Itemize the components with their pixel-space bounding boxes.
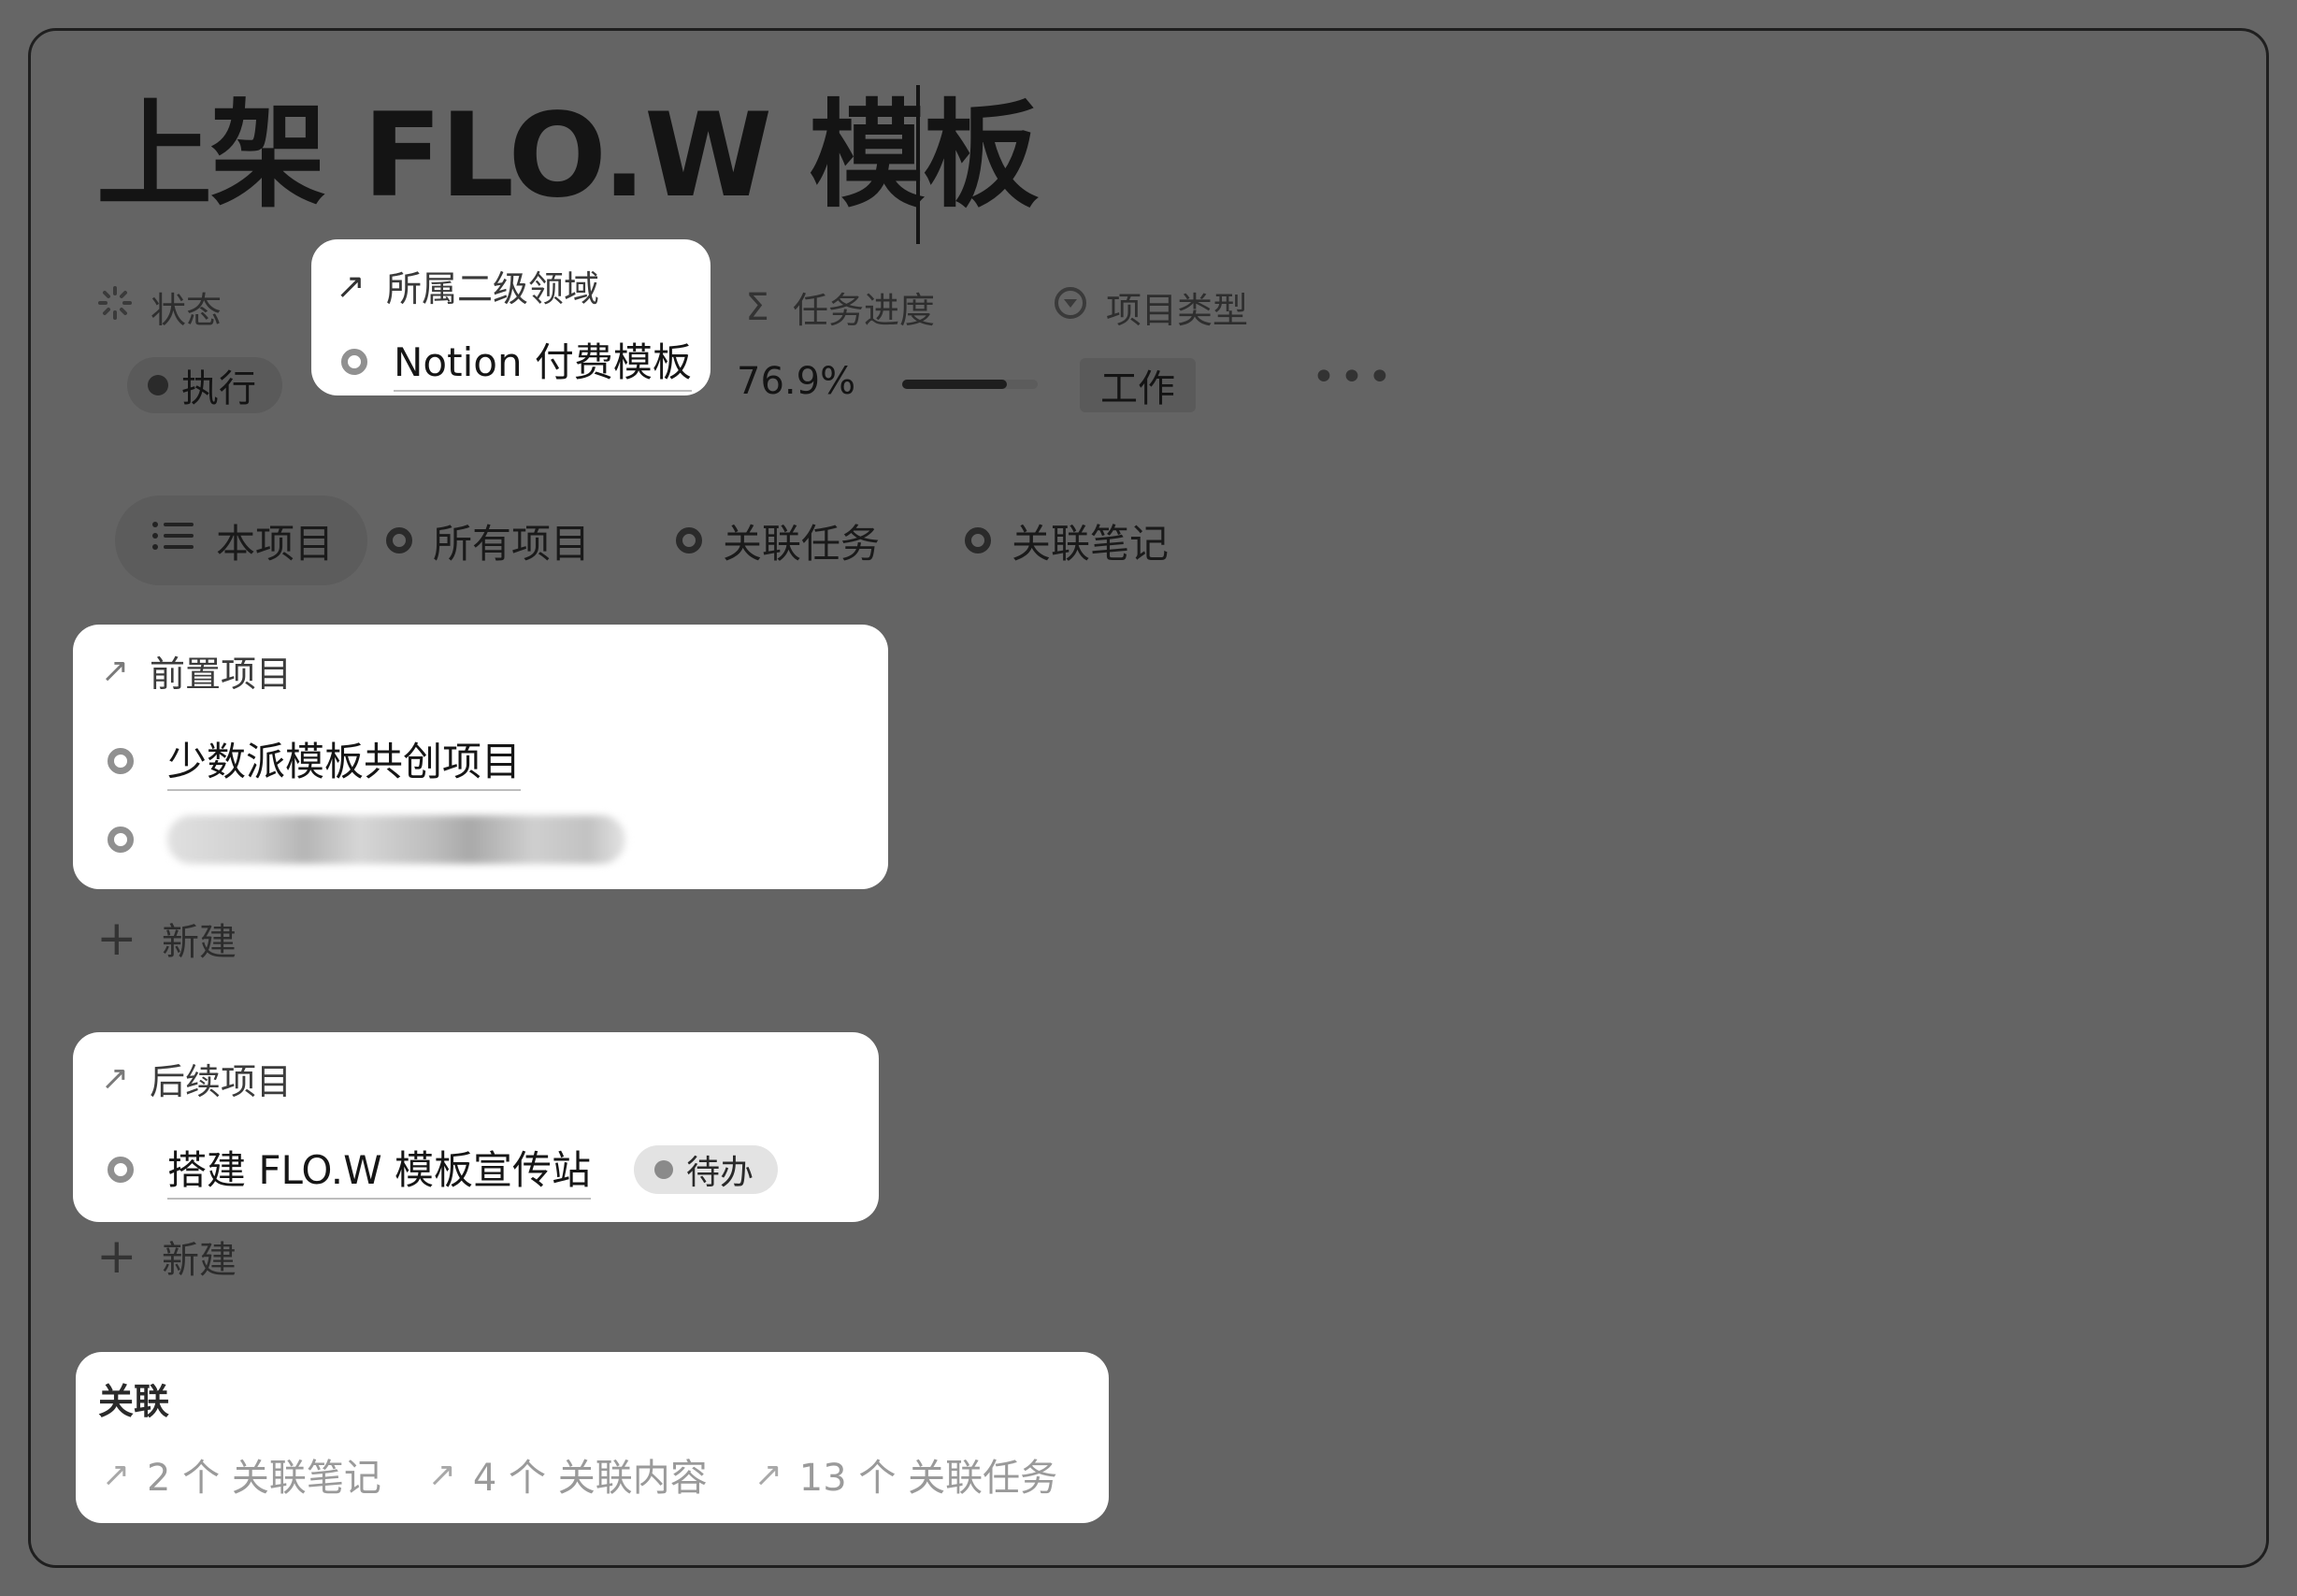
status-value: 执行 [181,367,256,410]
tab-label: 关联任务 [723,520,881,567]
relation-arrow-icon: ↗ [754,1455,782,1494]
tab-related-notes[interactable]: 关联笔记 [965,496,1169,585]
successor-title: 后续项目 [150,1061,293,1102]
successor-card: ↗ 后续项目 搭建 FLO.W 模板宣传站 待办 [73,1032,879,1222]
domain-label: 所属二级领域 [386,268,600,309]
page-ring-icon [108,827,134,853]
tab-label: 关联笔记 [1012,520,1170,567]
status-dot [654,1159,673,1179]
circle-icon [676,527,702,554]
plus-icon: + [96,911,137,967]
predecessor-new-button[interactable]: + 新建 [96,912,237,966]
page-ring-icon [108,747,134,774]
related-content-link[interactable]: ↗ 4 个 关联内容 [424,1447,708,1502]
plus-icon: + [96,1229,137,1285]
related-notes-label: 2 个 关联笔记 [147,1457,381,1500]
successor-new-button[interactable]: + 新建 [96,1229,237,1284]
text-caret [916,85,920,244]
predecessor-card: ↗ 前置项目 少数派模板共创项目 [73,625,888,889]
list-item[interactable]: 少数派模板共创项目 [108,730,522,791]
related-tasks-link[interactable]: ↗ 13 个 关联任务 [751,1447,1057,1502]
tab-all-projects[interactable]: 所有项目 [386,496,590,585]
sigma-icon: Σ [745,285,769,329]
progress-bar-fill [902,380,1007,389]
relation-arrow-icon: ↗ [100,1059,130,1098]
relations-links: ↗ 2 个 关联笔记 ↗ 4 个 关联内容 ↗ 13 个 关联任务 [98,1447,1057,1502]
type-property-label[interactable]: 项目类型 [1052,281,1248,333]
select-icon [1052,284,1089,330]
related-notes-link[interactable]: ↗ 2 个 关联笔记 [98,1447,381,1502]
domain-property-card: ↗ 所属二级领域 Notion 付费模板 [311,239,711,395]
page-title[interactable]: 上架 FLO.W 模板 [96,98,1039,214]
page-frame: 上架 FLO.W 模板 状态 执行 ↗ 所属二级领域 Notion 付费模板 Σ… [28,28,2269,1568]
status-dot [148,375,168,395]
tab-label: 本项目 [216,520,335,567]
progress-property-label[interactable]: Σ 任务进度 [739,281,935,333]
domain-value-link[interactable]: Notion 付费模板 [394,331,692,392]
page-ring-icon [108,1156,134,1183]
blurred-text [167,815,625,864]
relation-arrow-icon: ↗ [427,1455,456,1494]
status-label: 状态 [151,290,223,331]
related-content-label: 4 个 关联内容 [472,1457,708,1500]
circle-icon [965,527,991,554]
tab-related-tasks[interactable]: 关联任务 [676,496,880,585]
progress-bar [902,380,1038,389]
relation-arrow-icon: ↗ [336,265,366,307]
new-label: 新建 [162,1239,237,1282]
domain-value-row[interactable]: Notion 付费模板 [341,331,692,392]
status-badge[interactable]: 待办 [634,1144,779,1194]
domain-property-label[interactable]: ↗ 所属二级领域 [332,260,599,311]
page-ring-icon [341,348,367,375]
circle-icon [386,527,412,554]
successor-item-link[interactable]: 搭建 FLO.W 模板宣传站 [167,1139,591,1200]
list-item[interactable]: 搭建 FLO.W 模板宣传站 待办 [108,1139,779,1200]
status-badge-label: 待办 [686,1153,754,1192]
relation-arrow-icon: ↗ [100,652,130,690]
relation-arrow-icon: ↗ [101,1455,131,1494]
predecessor-header[interactable]: ↗ 前置项目 [97,645,292,697]
loading-spinner-icon [96,284,134,330]
new-label: 新建 [162,921,237,964]
type-label: 项目类型 [1106,290,1249,331]
predecessor-item-link[interactable]: 少数派模板共创项目 [167,730,522,791]
tab-this-project[interactable]: 本项目 [115,496,368,585]
predecessor-title: 前置项目 [150,654,293,695]
list-item-blurred[interactable] [108,815,625,864]
status-property-label[interactable]: 状态 [96,281,222,333]
relations-card: 关联 ↗ 2 个 关联笔记 ↗ 4 个 关联内容 ↗ 13 个 关联任务 [76,1352,1109,1523]
list-icon [151,517,195,564]
related-tasks-label: 13 个 关联任务 [798,1457,1058,1500]
tab-label: 所有项目 [433,520,591,567]
progress-label: 任务进度 [793,290,936,331]
successor-header[interactable]: ↗ 后续项目 [97,1053,292,1104]
relations-title: 关联 [98,1381,170,1422]
more-icon[interactable]: ••• [1312,353,1396,401]
progress-value: 76.9% [737,360,856,403]
status-select[interactable]: 执行 [127,357,282,413]
type-value-tag[interactable]: 工作 [1080,358,1196,412]
